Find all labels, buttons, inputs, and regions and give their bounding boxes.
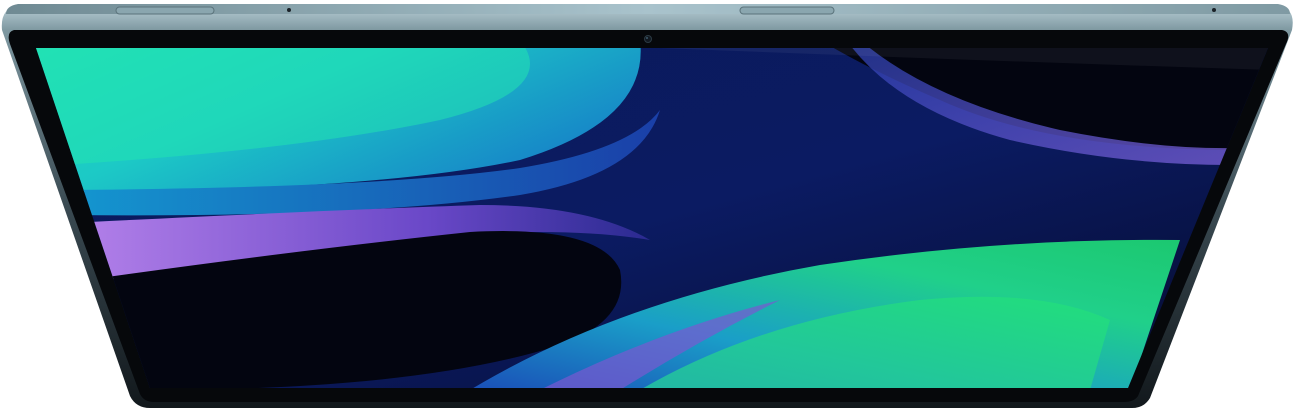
- display-wallpaper: [36, 48, 1268, 388]
- microphone-icon: [287, 8, 291, 12]
- power-button-icon[interactable]: [739, 6, 835, 15]
- tablet-device: [1, 4, 1293, 408]
- volume-button-icon[interactable]: [115, 6, 215, 15]
- camera-icon: [644, 35, 652, 43]
- microphone-icon: [1212, 8, 1216, 12]
- camera-lens-glint: [646, 37, 648, 39]
- product-photo: [0, 0, 1296, 408]
